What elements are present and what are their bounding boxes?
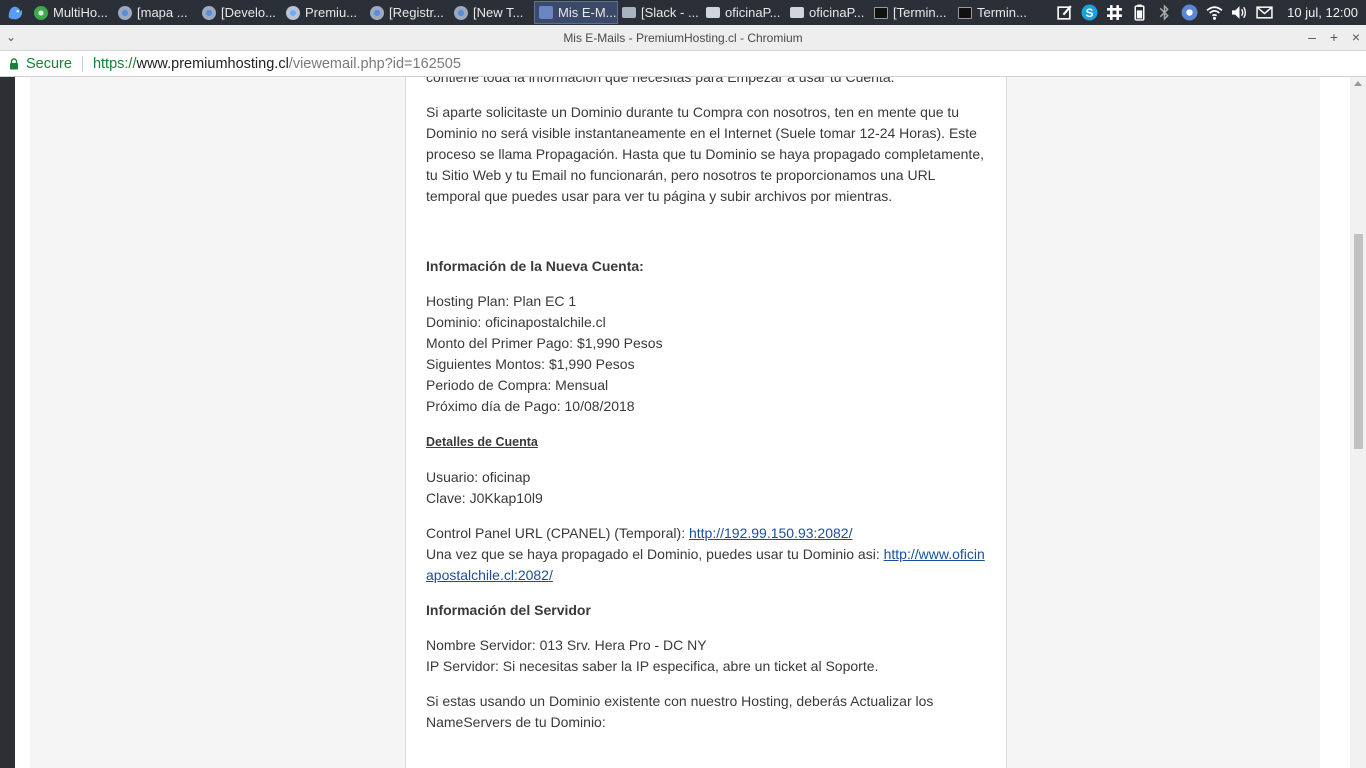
taskbar-item[interactable]: [Registr... [366,0,450,25]
credentials-block: Usuario: oficinap Clave: J0Kkap10l9 [426,467,988,509]
nameservers-paragraph: Si estas usando un Dominio existente con… [426,693,934,730]
taskbar-item[interactable]: [New T... [450,0,534,25]
username-line: Usuario: oficinap [426,469,531,485]
cpanel-label: Control Panel URL (CPANEL) (Temporal): [426,525,689,541]
mail-icon[interactable] [1256,4,1273,21]
account-line-plan: Hosting Plan: Plan EC 1 [426,293,577,309]
taskbar-item-label: Termin... [977,5,1027,20]
propagation-paragraph: Si aparte solicitaste un Dominio durante… [426,104,984,204]
account-info-block: Hosting Plan: Plan EC 1 Dominio: oficina… [426,291,988,417]
maximize-button[interactable]: + [1325,28,1343,46]
green-chrome-icon [34,5,48,20]
taskbar-item-label: MultiHo... [53,5,108,20]
close-button[interactable]: × [1347,28,1365,46]
chromium-icon [454,5,468,20]
lock-icon[interactable] [9,58,19,70]
volume-icon[interactable] [1231,4,1248,21]
taskbar-item[interactable]: Premiu... [282,0,366,25]
taskbar-item[interactable]: Termin... [954,0,1038,25]
battery-icon[interactable] [1131,4,1148,21]
notes-icon[interactable] [1056,4,1073,21]
email-view: contiene toda la información que necesit… [405,77,1007,768]
domain-cpanel-label: Una vez que se haya propagado el Dominio… [426,546,884,562]
taskbar-item[interactable]: oficinaP... [786,0,870,25]
taskbar-item[interactable]: oficinaP... [702,0,786,25]
account-line-first-payment: Monto del Primer Pago: $1,990 Pesos [426,335,663,351]
taskbar-item-label: [Develo... [221,5,276,20]
address-separator [81,55,83,72]
chromium-tray-icon[interactable] [1181,4,1198,21]
chromium-icon [370,5,384,20]
page-scrollbar[interactable] [1350,77,1366,768]
server-ip-line: IP Servidor: Si necesitas saber la IP es… [426,658,879,674]
cpanel-temporary-link[interactable]: http://192.99.150.93:2082/ [689,525,852,541]
page-icon [539,6,553,19]
url-path: /viewemail.php?id=162505 [288,55,461,72]
account-line-next-due: Próximo día de Pago: 10/08/2018 [426,398,635,414]
slack-tray-icon[interactable] [1106,4,1123,21]
url-host: www.premiumhosting.cl [136,55,289,72]
taskbar-item-label: [Termin... [893,5,947,20]
wifi-icon[interactable] [1206,4,1223,21]
taskbar-item[interactable]: MultiHo... [30,0,114,25]
clock[interactable]: 10 jul, 12:00 [1287,5,1358,20]
taskbar-item-label: Premiu... [305,5,358,20]
account-details-heading: Detalles de Cuenta [426,435,538,449]
email-body: contiene toda la información que necesit… [426,77,988,747]
folder-icon [790,7,804,18]
page-viewport: contiene toda la información que necesit… [0,77,1366,768]
taskbar-item[interactable]: [Develo... [198,0,282,25]
account-line-next-payments: Siguientes Montos: $1,990 Pesos [426,356,635,372]
taskbar-item-label: [Registr... [389,5,444,20]
content-panel: contiene toda la información que necesit… [30,77,1320,768]
svg-text:S: S [1086,7,1094,20]
taskbar-item-label: [Slack - ... [641,5,699,20]
skype-icon[interactable]: S [1081,4,1098,21]
taskbar-item-label: oficinaP... [809,5,865,20]
taskbar-item[interactable]: Mis E-M... [534,1,618,24]
taskbar-item[interactable]: [Termin... [870,0,954,25]
chromium-icon [118,5,132,20]
window-titlebar: ⌄ Mis E-Mails - PremiumHosting.cl - Chro… [0,25,1366,51]
taskbar-item[interactable]: [Slack - ... [618,0,702,25]
taskbar-item-label: [mapa ... [137,5,188,20]
slack-icon [622,7,636,18]
taskbar-item-label: [New T... [473,5,524,20]
url-scheme: https:// [92,55,137,72]
taskbar-item[interactable]: [mapa ... [114,0,198,25]
folder-icon [706,7,720,18]
password-line: Clave: J0Kkap10l9 [426,490,543,506]
address-bar: Secure https://www.premiumhosting.cl/vie… [0,51,1366,77]
system-tray: S 10 jul, 12:00 [1056,0,1366,25]
window-title: Mis E-Mails - PremiumHosting.cl - Chromi… [563,31,803,45]
taskbar-item-label: Mis E-M... [558,5,617,20]
account-line-domain: Dominio: oficinapostalchile.cl [426,314,606,330]
scroll-thumb[interactable] [1354,234,1363,449]
cpanel-block: Control Panel URL (CPANEL) (Temporal): h… [426,523,988,586]
terminal-icon [958,6,972,19]
app-menu-icon [8,6,23,19]
terminal-icon [874,6,888,19]
server-info-block: Nombre Servidor: 013 Srv. Hera Pro - DC … [426,635,988,677]
minimize-button[interactable]: – [1303,28,1321,46]
app-menu-button[interactable] [0,0,30,25]
bluetooth-icon[interactable] [1156,4,1173,21]
url-input[interactable]: https://www.premiumhosting.cl/viewemail.… [93,56,461,72]
account-line-period: Periodo de Compra: Mensual [426,377,609,393]
intro-cut-line: contiene toda la información que necesit… [426,77,895,85]
server-info-heading: Información del Servidor [426,602,591,618]
scroll-up-arrow-icon[interactable] [1354,81,1362,86]
chromium-icon [202,5,216,20]
new-account-heading: Información de la Nueva Cuenta: [426,258,644,274]
server-name-line: Nombre Servidor: 013 Srv. Hera Pro - DC … [426,637,707,653]
task-list: MultiHo... [mapa ... [Develo... Premiu... [R… [30,0,1038,25]
secure-label[interactable]: Secure [26,56,72,72]
chrome-icon [286,5,300,20]
taskbar-item-label: oficinaP... [725,5,781,20]
system-taskbar: MultiHo... [mapa ... [Develo... Premiu... [R… [0,0,1366,25]
